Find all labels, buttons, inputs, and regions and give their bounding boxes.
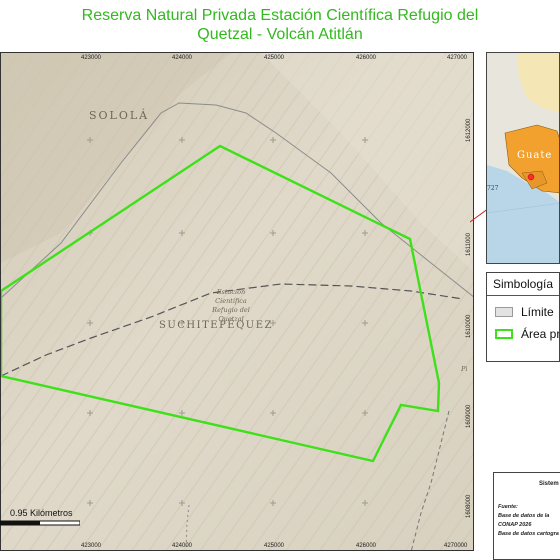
x-tick-top-1: 423000 <box>81 55 102 61</box>
x-tick-bottom-3: 425000 <box>264 543 285 549</box>
legend-divider <box>487 295 559 296</box>
scale-label: 0.95 Kilómetros <box>10 508 73 518</box>
map-title: Reserva Natural Privada Estación Científ… <box>0 6 560 44</box>
x-tick-top-4: 426000 <box>356 55 377 61</box>
label-station-1: Estación <box>216 288 245 296</box>
legend-label-area: Área pr <box>521 327 560 341</box>
main-map[interactable]: SOLOLÁ SUCHITEPÉQUEZ Estación Científica… <box>0 52 474 551</box>
scale-bar <box>0 520 80 526</box>
label-station-4: Quetzal <box>218 315 243 323</box>
main-map-canvas: SOLOLÁ SUCHITEPÉQUEZ Estación Científica… <box>1 53 473 550</box>
info-source-line-2: CONAP 2026 <box>498 522 532 528</box>
legend: Simbología Límite Área pr <box>486 272 560 362</box>
x-tick-bottom-1: 423000 <box>81 543 102 549</box>
info-source-label: Fuente: <box>498 504 518 510</box>
x-tick-bottom-2: 424000 <box>172 543 193 549</box>
inset-map[interactable]: Guate 727 <box>486 52 560 264</box>
x-tick-top-2: 424000 <box>172 55 193 61</box>
label-suchitepequez: SUCHITEPÉQUEZ <box>159 319 273 331</box>
x-tick-bottom-4: 426000 <box>356 543 377 549</box>
inset-location-marker <box>527 173 535 181</box>
x-tick-top-3: 425000 <box>264 55 285 61</box>
label-solola: SOLOLÁ <box>89 108 149 122</box>
inset-label: Guate <box>517 150 552 161</box>
y-tick-right-3: 1610000 <box>466 314 472 338</box>
x-tick-bottom-5: 4270000 <box>444 543 468 549</box>
label-station-2: Científica <box>215 297 247 305</box>
y-tick-right-5: 1608000 <box>466 494 472 518</box>
x-tick-top-5: 427000 <box>447 55 468 61</box>
legend-label-limit: Límite <box>521 305 554 319</box>
y-tick-right-4: 1609000 <box>466 404 472 428</box>
legend-title: Simbología <box>493 277 554 291</box>
y-tick-right-2: 1611000 <box>466 233 472 256</box>
legend-swatch-area <box>495 329 513 339</box>
inset-map-canvas: Guate 727 <box>487 53 559 263</box>
info-source-line-1: Base de datos de la <box>498 513 550 519</box>
scale-bar-segment <box>0 521 40 525</box>
info-box: Sistem Fuente: Base de datos de la CONAP… <box>493 472 560 560</box>
info-heading: Sistem <box>539 481 559 487</box>
legend-item-area: Área pr <box>495 327 560 341</box>
label-station-3: Refugio del <box>211 306 250 314</box>
legend-swatch-limit <box>495 307 513 317</box>
inset-side-number: 727 <box>487 185 499 192</box>
map-title-line-2: Quetzal - Volcán Atitlán <box>197 26 363 43</box>
map-title-line-1: Reserva Natural Privada Estación Científ… <box>81 7 479 24</box>
label-side-fragment: Pi <box>460 365 467 373</box>
legend-item-limit: Límite <box>495 305 554 319</box>
y-tick-right-1: 1612000 <box>466 118 472 142</box>
info-source-line-3: Base de datos cartogra <box>498 531 559 537</box>
